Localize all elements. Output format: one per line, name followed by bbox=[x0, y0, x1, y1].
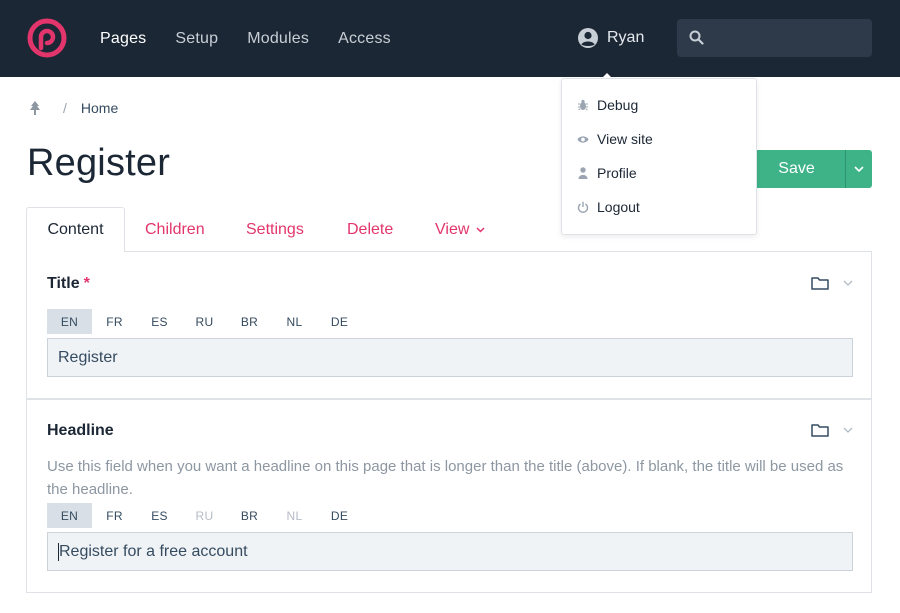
nav-modules[interactable]: Modules bbox=[247, 30, 309, 48]
headline-field-panel: Headline Use this field when you want a … bbox=[26, 399, 872, 593]
main-nav: Pages Setup Modules Access bbox=[100, 0, 420, 77]
save-options-button[interactable] bbox=[845, 150, 872, 188]
lang-tab-fr[interactable]: FR bbox=[92, 309, 137, 334]
tab-content[interactable]: Content bbox=[26, 207, 125, 253]
top-bar: Pages Setup Modules Access Ryan bbox=[0, 0, 900, 79]
folder-icon[interactable] bbox=[811, 276, 829, 290]
bug-icon bbox=[577, 99, 589, 111]
user-menu-button[interactable]: Ryan bbox=[577, 27, 645, 79]
nav-setup[interactable]: Setup bbox=[175, 30, 218, 48]
tab-view[interactable]: View bbox=[435, 207, 485, 252]
lang-tab-de[interactable]: DE bbox=[317, 503, 362, 528]
lang-tab-en[interactable]: EN bbox=[47, 309, 92, 334]
title-label-text: Title bbox=[47, 275, 80, 292]
title-field-panel: Title * EN FR ES RU BR NL DE Register bbox=[26, 252, 872, 399]
headline-help-text: Use this field when you want a headline … bbox=[47, 458, 844, 498]
menu-item-view-site[interactable]: View site bbox=[577, 131, 653, 147]
lang-tab-nl[interactable]: NL bbox=[272, 503, 317, 528]
headline-input-value: Register for a free account bbox=[59, 542, 248, 560]
breadcrumb: / Home bbox=[29, 100, 118, 116]
collapse-chevron-icon[interactable] bbox=[843, 280, 853, 286]
lang-tab-ru[interactable]: RU bbox=[182, 503, 227, 528]
lang-tab-br[interactable]: BR bbox=[227, 503, 272, 528]
lang-tab-es[interactable]: ES bbox=[137, 503, 182, 528]
user-name: Ryan bbox=[607, 29, 645, 46]
collapse-chevron-icon[interactable] bbox=[843, 427, 853, 433]
power-icon bbox=[577, 201, 589, 213]
lang-tab-ru[interactable]: RU bbox=[182, 309, 227, 334]
processwire-logo-icon[interactable] bbox=[27, 18, 67, 58]
lang-tab-br[interactable]: BR bbox=[227, 309, 272, 334]
title-field-label: Title * bbox=[47, 275, 90, 293]
lang-tab-fr[interactable]: FR bbox=[92, 503, 137, 528]
eye-icon bbox=[577, 133, 589, 145]
nav-pages[interactable]: Pages bbox=[100, 30, 146, 48]
menu-item-logout[interactable]: Logout bbox=[577, 199, 640, 215]
search-input[interactable] bbox=[677, 19, 872, 57]
lang-tab-nl[interactable]: NL bbox=[272, 309, 317, 334]
search-icon bbox=[689, 30, 704, 45]
menu-item-profile[interactable]: Profile bbox=[577, 165, 637, 181]
user-avatar-icon bbox=[578, 28, 598, 48]
lang-tab-de[interactable]: DE bbox=[317, 309, 362, 334]
language-tabs: EN FR ES RU BR NL DE bbox=[47, 503, 362, 528]
page-title: Register bbox=[27, 142, 171, 184]
folder-icon[interactable] bbox=[811, 423, 829, 437]
tab-view-label: View bbox=[435, 220, 470, 238]
user-dropdown-menu: Debug View site Profile Logout bbox=[561, 78, 757, 235]
user-icon bbox=[577, 167, 589, 179]
nav-access[interactable]: Access bbox=[338, 30, 391, 48]
headline-field-label: Headline bbox=[47, 422, 114, 439]
menu-item-debug-label: Debug bbox=[597, 97, 639, 113]
headline-input[interactable]: Register for a free account bbox=[47, 532, 853, 571]
tab-settings[interactable]: Settings bbox=[246, 207, 304, 252]
save-button-group: Save bbox=[748, 150, 872, 188]
language-tabs: EN FR ES RU BR NL DE bbox=[47, 309, 362, 334]
title-input[interactable]: Register bbox=[47, 338, 853, 377]
breadcrumb-separator: / bbox=[63, 100, 67, 116]
tab-delete[interactable]: Delete bbox=[347, 207, 393, 252]
chevron-down-icon bbox=[854, 166, 864, 172]
menu-item-debug[interactable]: Debug bbox=[577, 97, 638, 113]
menu-item-view-site-label: View site bbox=[597, 131, 653, 147]
menu-item-logout-label: Logout bbox=[597, 199, 640, 215]
breadcrumb-home[interactable]: Home bbox=[81, 100, 118, 116]
tab-children[interactable]: Children bbox=[145, 207, 205, 252]
lang-tab-en[interactable]: EN bbox=[47, 503, 92, 528]
tree-icon[interactable] bbox=[29, 101, 41, 115]
save-button[interactable]: Save bbox=[748, 150, 845, 188]
required-mark: * bbox=[83, 275, 90, 292]
menu-item-profile-label: Profile bbox=[597, 165, 637, 181]
lang-tab-es[interactable]: ES bbox=[137, 309, 182, 334]
chevron-down-icon bbox=[476, 226, 485, 233]
